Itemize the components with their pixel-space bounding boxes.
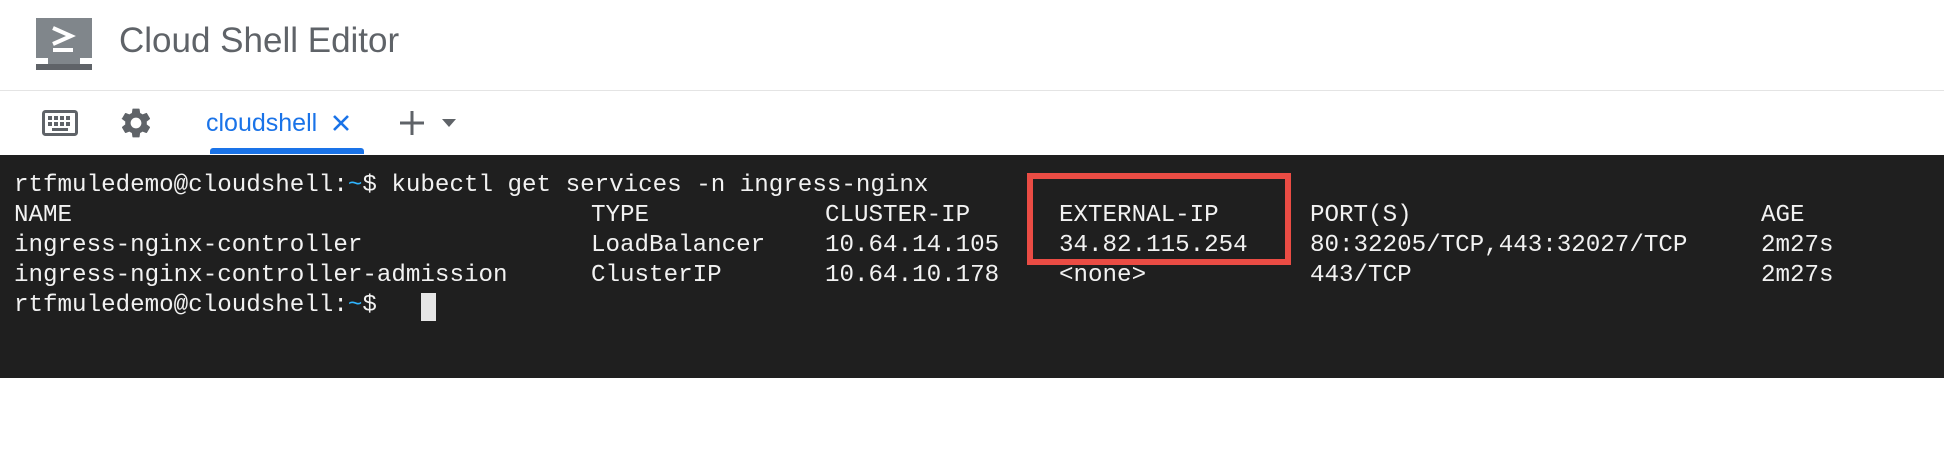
app-header: Cloud Shell Editor [0,0,1944,91]
close-icon[interactable] [329,111,353,135]
table-row: ingress-nginx-controller-admission Clust… [14,261,1914,291]
cell-type: LoadBalancer [591,232,766,259]
prompt-path: ~ [347,292,363,319]
command-text: kubectl get services -n ingress-nginx [376,172,929,199]
cell-ports: 443/TCP [1310,262,1412,289]
header-cluster-ip: CLUSTER-IP [825,202,971,229]
cell-external-ip: <none> [1059,262,1147,289]
prompt-user-host: rtfmuledemo@cloudshell: [14,172,348,199]
cell-type: ClusterIP [591,262,722,289]
terminal-tab-bar: cloudshell [0,91,1944,155]
cell-cluster-ip: 10.64.10.178 [825,262,1000,289]
caret-down-icon[interactable] [438,115,460,131]
tab-label: cloudshell [206,108,318,137]
header-ports: PORT(S) [1310,202,1412,229]
cell-name: ingress-nginx-controller [14,232,363,259]
header-age: AGE [1761,202,1805,229]
cloud-shell-terminal-icon [34,16,94,72]
cell-age: 2m27s [1761,232,1834,259]
prompt-line: rtfmuledemo@cloudshell:~$ [14,291,377,321]
keyboard-icon[interactable] [40,105,80,141]
active-tab-indicator [210,148,364,154]
plus-icon[interactable] [394,105,430,141]
table-header-row: NAME TYPE CLUSTER-IP EXTERNAL-IP PORT(S)… [14,201,1914,231]
tab-cloudshell[interactable]: cloudshell [206,91,353,155]
prompt-symbol: $ [362,172,377,199]
prompt-user-host: rtfmuledemo@cloudshell: [14,292,348,319]
cell-ports: 80:32205/TCP,443:32027/TCP [1310,232,1688,259]
terminal-cursor [421,293,436,321]
prompt-symbol: $ [362,292,377,319]
cell-age: 2m27s [1761,262,1834,289]
command-line: rtfmuledemo@cloudshell:~$ kubectl get se… [14,171,928,201]
gear-icon[interactable] [116,105,156,141]
header-type: TYPE [591,202,650,229]
cell-name: ingress-nginx-controller-admission [14,262,508,289]
table-row: ingress-nginx-controller LoadBalancer 10… [14,231,1914,261]
app-title: Cloud Shell Editor [119,21,400,60]
external-ip-highlight [1027,173,1291,265]
cell-cluster-ip: 10.64.14.105 [825,232,1000,259]
header-name: NAME [14,202,73,229]
prompt-path: ~ [347,172,363,199]
